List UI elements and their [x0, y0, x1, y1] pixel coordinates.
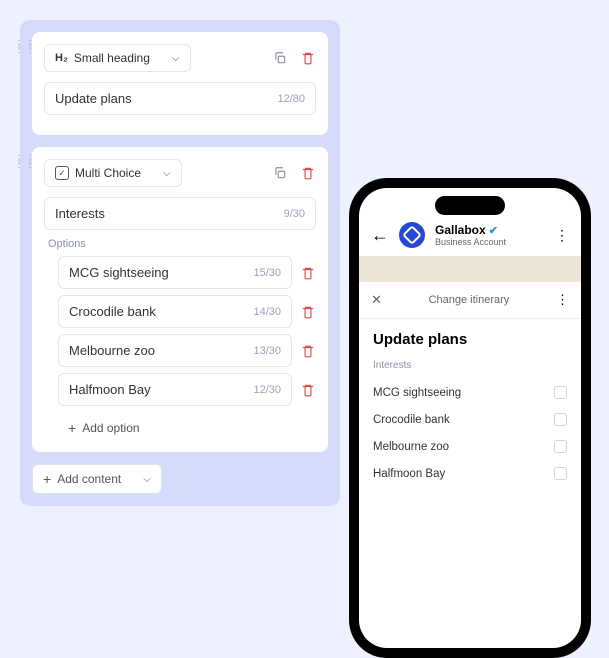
block-type-select[interactable]: ✓ Multi Choice ⌵	[44, 159, 182, 187]
char-counter: 13/30	[253, 345, 281, 357]
option-input-row: 14/30	[58, 295, 292, 328]
option-input[interactable]	[69, 343, 253, 358]
heading-input[interactable]	[55, 91, 277, 106]
menu-dots-icon[interactable]: ⋮	[556, 292, 569, 308]
option-row: 13/30	[44, 334, 316, 367]
verified-icon: ✔	[489, 224, 498, 237]
char-counter: 9/30	[284, 208, 305, 220]
interests-label: Interests	[373, 360, 567, 371]
trash-icon[interactable]	[300, 304, 316, 320]
choice-row[interactable]: Crocodile bank	[373, 406, 567, 433]
sheet-heading: Update plans	[373, 331, 567, 348]
choice-label: Crocodile bank	[373, 414, 450, 426]
block-actions	[272, 165, 316, 181]
copy-icon[interactable]	[272, 50, 288, 66]
sheet-title: Change itinerary	[382, 294, 556, 306]
add-option-button[interactable]: + Add option	[44, 412, 316, 440]
choice-row[interactable]: Melbourne zoo	[373, 433, 567, 460]
block-type-select[interactable]: H₂ Small heading ⌵	[44, 44, 191, 72]
char-counter: 15/30	[253, 267, 281, 279]
back-arrow-icon[interactable]: ←	[371, 225, 389, 246]
copy-icon[interactable]	[272, 165, 288, 181]
menu-dots-icon[interactable]: ⋮	[555, 227, 569, 244]
trash-icon[interactable]	[300, 165, 316, 181]
char-counter: 12/80	[277, 93, 305, 105]
block-type-label: Multi Choice	[75, 166, 141, 180]
add-content-button[interactable]: + Add content ⌵	[32, 464, 162, 494]
close-icon[interactable]: ✕	[371, 292, 382, 308]
chevron-down-icon: ⌵	[163, 168, 171, 179]
checkbox-icon	[554, 467, 567, 480]
drag-handle-icon[interactable]: ⋮⋮⋮⋮	[14, 157, 26, 167]
option-input[interactable]	[69, 304, 253, 319]
option-input-row: 12/30	[58, 373, 292, 406]
plus-icon: +	[68, 420, 76, 436]
chat-background	[359, 256, 581, 282]
phone-screen: ← Gallabox ✔ Business Account ⋮ ✕ Change…	[359, 188, 581, 648]
char-counter: 12/30	[253, 384, 281, 396]
options-label: Options	[48, 238, 316, 250]
checkbox-icon	[554, 440, 567, 453]
option-input-row: 13/30	[58, 334, 292, 367]
account-name-text: Gallabox	[435, 223, 486, 237]
plus-icon: +	[43, 471, 51, 487]
add-content-label: Add content	[57, 472, 121, 486]
option-row: 15/30	[44, 256, 316, 289]
choice-label: Halfmoon Bay	[373, 468, 445, 480]
block-header: ✓ Multi Choice ⌵	[44, 159, 316, 187]
account-info: Gallabox ✔ Business Account	[435, 223, 545, 247]
phone-notch	[435, 196, 505, 215]
option-row: 14/30	[44, 295, 316, 328]
account-name: Gallabox ✔	[435, 223, 545, 237]
heading-input-row: 12/80	[44, 82, 316, 115]
heading-block: ⋮⋮⋮⋮ H₂ Small heading ⌵ 12/80	[32, 32, 328, 135]
trash-icon[interactable]	[300, 50, 316, 66]
form-builder-panel: ⋮⋮⋮⋮ H₂ Small heading ⌵ 12/80 ⋮⋮⋮⋮	[20, 20, 340, 506]
option-row: 12/30	[44, 373, 316, 406]
add-option-label: Add option	[82, 421, 139, 435]
phone-frame: ← Gallabox ✔ Business Account ⋮ ✕ Change…	[349, 178, 591, 658]
heading-type-icon: H₂	[55, 52, 68, 64]
checkbox-icon	[554, 413, 567, 426]
choice-row[interactable]: Halfmoon Bay	[373, 460, 567, 487]
block-actions	[272, 50, 316, 66]
trash-icon[interactable]	[300, 382, 316, 398]
drag-handle-icon[interactable]: ⋮⋮⋮⋮	[14, 42, 26, 52]
account-subtitle: Business Account	[435, 237, 545, 247]
option-input[interactable]	[69, 382, 253, 397]
checkbox-icon	[554, 386, 567, 399]
option-input-row: 15/30	[58, 256, 292, 289]
choice-row[interactable]: MCG sightseeing	[373, 379, 567, 406]
option-input[interactable]	[69, 265, 253, 280]
question-input-row: 9/30	[44, 197, 316, 230]
sheet-header: ✕ Change itinerary ⋮	[359, 282, 581, 319]
choice-label: Melbourne zoo	[373, 441, 449, 453]
question-input[interactable]	[55, 206, 284, 221]
char-counter: 14/30	[253, 306, 281, 318]
choice-label: MCG sightseeing	[373, 387, 461, 399]
block-header: H₂ Small heading ⌵	[44, 44, 316, 72]
sheet-body: Update plans Interests MCG sightseeing Cr…	[359, 319, 581, 499]
trash-icon[interactable]	[300, 343, 316, 359]
chevron-down-icon: ⌵	[143, 474, 151, 485]
multichoice-block: ⋮⋮⋮⋮ ✓ Multi Choice ⌵ 9/30 Options	[32, 147, 328, 452]
avatar	[399, 222, 425, 248]
block-type-label: Small heading	[74, 51, 150, 65]
checkbox-icon: ✓	[55, 166, 69, 180]
chevron-down-icon: ⌵	[172, 53, 180, 64]
trash-icon[interactable]	[300, 265, 316, 281]
